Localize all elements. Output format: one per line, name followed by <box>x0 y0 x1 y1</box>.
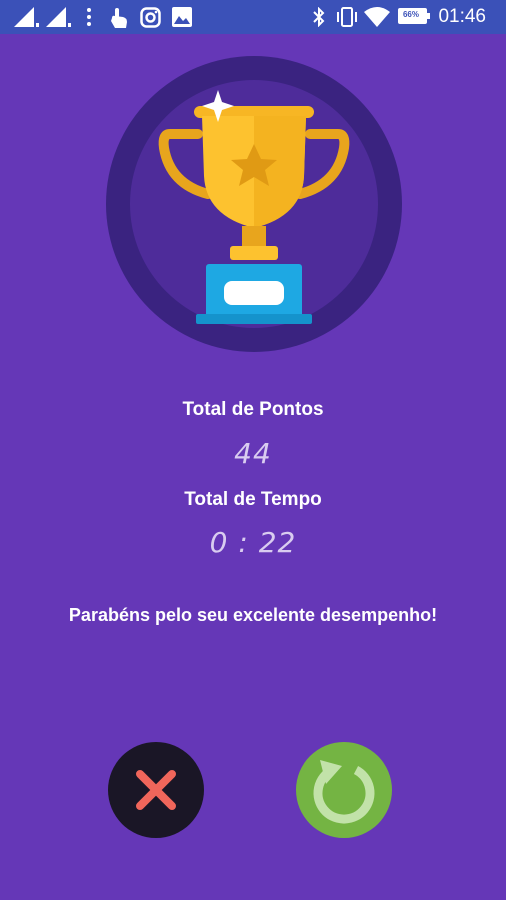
menu-dots-icon <box>87 8 91 26</box>
trophy-icon <box>106 56 402 352</box>
signal-2-icon <box>46 7 71 27</box>
signal-1-icon <box>14 7 39 27</box>
congratulations-message: Parabéns pelo seu excelente desempenho! <box>68 605 438 625</box>
battery-percent: 66% <box>402 10 419 19</box>
status-time: 01:46 <box>438 6 486 27</box>
instagram-icon <box>140 7 161 28</box>
close-button[interactable] <box>108 742 204 838</box>
wifi-icon <box>364 7 390 27</box>
touch-icon <box>111 8 127 28</box>
trophy-illustration <box>106 56 402 352</box>
status-bar: 66% 01:46 <box>0 0 506 34</box>
replay-icon <box>313 760 375 824</box>
close-icon <box>136 770 176 810</box>
battery-icon: 66% <box>398 8 430 24</box>
points-value: 44 <box>234 437 272 470</box>
time-label: Total de Tempo <box>184 489 322 510</box>
bluetooth-icon <box>313 7 325 27</box>
points-label: Total de Pontos <box>182 399 324 420</box>
vibrate-icon <box>337 7 357 27</box>
replay-button[interactable] <box>296 742 392 838</box>
gallery-icon <box>172 7 192 27</box>
time-value: 0 : 22 <box>209 526 297 559</box>
